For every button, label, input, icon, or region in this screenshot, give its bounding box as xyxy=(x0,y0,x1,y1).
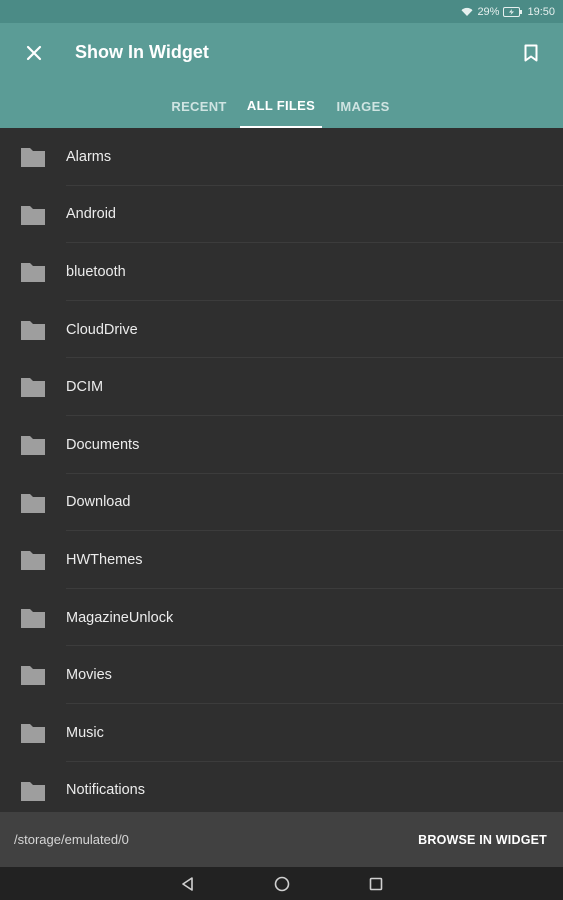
battery-percent: 29% xyxy=(477,5,500,18)
nav-recents-button[interactable] xyxy=(365,873,387,895)
clock: 19:50 xyxy=(527,5,555,18)
folder-icon xyxy=(21,148,45,167)
recents-icon xyxy=(369,877,382,890)
list-item[interactable]: Alarms xyxy=(0,128,563,186)
folder-icon xyxy=(21,263,45,283)
file-name: Android xyxy=(66,206,116,223)
folder-icon xyxy=(21,781,45,801)
folder-icon xyxy=(21,378,45,398)
file-name: Movies xyxy=(66,667,112,684)
current-path: /storage/emulated/0 xyxy=(14,832,129,847)
wifi-icon xyxy=(461,7,473,16)
list-item[interactable]: Movies xyxy=(0,646,563,704)
folder-icon xyxy=(21,551,45,571)
home-icon xyxy=(274,876,289,891)
list-item[interactable]: Documents xyxy=(0,416,563,474)
system-nav-bar xyxy=(0,867,563,900)
folder-icon xyxy=(21,723,45,743)
list-item[interactable]: Music xyxy=(0,704,563,762)
list-item[interactable]: Notifications xyxy=(0,762,563,812)
file-name: bluetooth xyxy=(66,263,126,280)
file-name: Download xyxy=(66,494,131,511)
tab-images[interactable]: IMAGES xyxy=(322,85,404,128)
file-name: DCIM xyxy=(66,379,104,396)
status-bar: 29% 19:50 xyxy=(0,0,563,23)
bookmark-icon xyxy=(524,44,538,62)
list-item[interactable]: HWThemes xyxy=(0,531,563,589)
back-icon xyxy=(181,876,193,891)
page-title: Show In Widget xyxy=(75,42,209,62)
list-item[interactable]: Android xyxy=(0,186,563,244)
close-icon xyxy=(26,45,42,61)
file-list[interactable]: Alarms Android bluetooth CloudDrive DCIM… xyxy=(0,128,563,812)
list-item[interactable]: Download xyxy=(0,474,563,532)
list-item[interactable]: bluetooth xyxy=(0,243,563,301)
close-button[interactable] xyxy=(20,39,48,67)
tab-bar: RECENT ALL FILES IMAGES xyxy=(158,85,404,128)
file-name: Alarms xyxy=(66,148,112,165)
tab-all-files[interactable]: ALL FILES xyxy=(240,85,322,128)
battery-icon xyxy=(503,6,523,17)
folder-icon xyxy=(21,608,45,628)
browse-in-widget-button[interactable]: BROWSE IN WIDGET xyxy=(418,812,547,867)
folder-icon xyxy=(21,493,45,513)
folder-icon xyxy=(21,205,45,225)
nav-home-button[interactable] xyxy=(271,873,293,895)
file-name: Notifications xyxy=(66,782,145,799)
file-name: HWThemes xyxy=(66,551,143,568)
folder-icon xyxy=(21,435,45,455)
tab-recent[interactable]: RECENT xyxy=(158,85,240,128)
folder-icon xyxy=(21,320,45,340)
app-bar: Show In Widget RECENT ALL FILES IMAGES xyxy=(0,23,563,128)
folder-icon xyxy=(21,666,45,686)
list-item[interactable]: DCIM xyxy=(0,358,563,416)
file-name: MagazineUnlock xyxy=(66,609,174,626)
list-item[interactable]: CloudDrive xyxy=(0,301,563,359)
file-name: CloudDrive xyxy=(66,321,138,338)
bottom-bar: /storage/emulated/0 BROWSE IN WIDGET xyxy=(0,812,563,867)
list-item[interactable]: MagazineUnlock xyxy=(0,589,563,647)
file-name: Music xyxy=(66,724,104,741)
nav-back-button[interactable] xyxy=(177,873,199,895)
bookmark-button[interactable] xyxy=(517,39,545,67)
file-name: Documents xyxy=(66,436,140,453)
